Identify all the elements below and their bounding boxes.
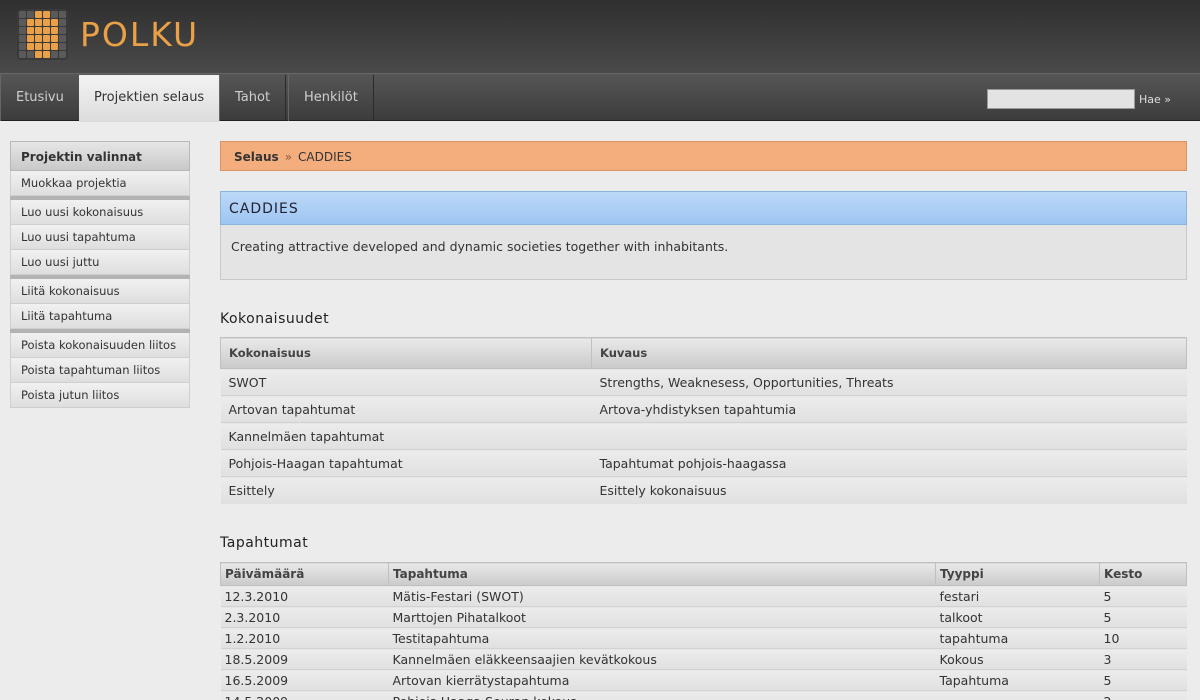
breadcrumb-current: CADDIES: [298, 150, 352, 164]
sidebar-title: Projektin valinnat: [10, 141, 190, 171]
event-type: tapahtuma: [935, 627, 1100, 649]
tab-tahot[interactable]: Tahot: [219, 75, 287, 121]
kokonaisuus-name[interactable]: Esittely: [220, 476, 592, 504]
table-row[interactable]: 18.5.2009 Kannelmäen eläkkeensaajien kevä…: [220, 648, 1187, 670]
kokonaisuus-description: Esittely kokonaisuus: [591, 476, 1187, 504]
event-type: festari: [935, 585, 1100, 607]
event-duration: 5: [1099, 585, 1187, 607]
event-name[interactable]: Mätis-Festari (SWOT): [388, 585, 936, 607]
event-date: 16.5.2009: [220, 669, 389, 691]
table-row[interactable]: 14.5.2009Pohjois-Haaga Seuran kokous 2: [220, 690, 1187, 700]
column-header-kesto[interactable]: Kesto: [1099, 562, 1187, 586]
event-date: 2.3.2010: [220, 606, 389, 628]
sidebar-item-luo-kokonaisuus[interactable]: Luo uusi kokonaisuus: [10, 200, 190, 225]
column-header-tapahtuma[interactable]: Tapahtuma: [388, 562, 936, 586]
sidebar-item-luo-tapahtuma[interactable]: Luo uusi tapahtuma: [10, 225, 190, 250]
event-type: talkoot: [935, 606, 1100, 628]
column-header-paivamaara[interactable]: Päivämäärä: [220, 562, 389, 586]
table-row[interactable]: Esittely Esittely kokonaisuus: [220, 476, 1187, 504]
table-row[interactable]: Artovan tapahtumat Artova-yhdistyksen tap…: [220, 395, 1187, 423]
kokonaisuudet-heading: Kokonaisuudet: [220, 311, 330, 327]
sidebar-item-luo-juttu[interactable]: Luo uusi juttu: [10, 250, 190, 275]
column-header-kuvaus[interactable]: Kuvaus: [591, 337, 1187, 369]
sidebar-item-poista-jutun-liitos[interactable]: Poista jutun liitos: [10, 383, 190, 408]
event-date: 14.5.2009: [220, 690, 389, 700]
kokonaisuus-description: [591, 422, 1187, 450]
tab-henkilot[interactable]: Henkilöt: [288, 75, 374, 121]
project-description: Creating attractive developed and dynami…: [220, 225, 1187, 280]
tapahtumat-table: Päivämäärä Tapahtuma Tyyppi Kesto 12.3.2…: [220, 562, 1187, 700]
kokonaisuus-name[interactable]: Artovan tapahtumat: [220, 395, 592, 423]
tab-etusivu[interactable]: Etusivu: [0, 75, 80, 121]
search-button[interactable]: Hae »: [1139, 93, 1171, 106]
kokonaisuus-name[interactable]: Pohjois-Haagan tapahtumat: [220, 449, 592, 477]
event-type: [935, 690, 1100, 700]
logo[interactable]: POLKU: [17, 9, 199, 60]
column-header-tyyppi[interactable]: Tyyppi: [935, 562, 1100, 586]
logo-grid-icon: [17, 9, 68, 60]
tapahtumat-heading: Tapahtumat: [220, 535, 309, 551]
event-name[interactable]: Testitapahtuma: [388, 627, 936, 649]
column-header-kokonaisuus[interactable]: Kokonaisuus: [220, 337, 592, 369]
table-row[interactable]: 2.3.2010 Marttojen Pihatalkoot talkoot 5: [220, 606, 1187, 628]
header: POLKU: [0, 0, 1200, 73]
event-duration: 2: [1099, 690, 1187, 700]
search-input[interactable]: [987, 89, 1135, 109]
event-duration: 5: [1099, 606, 1187, 628]
logo-text: POLKU: [80, 15, 200, 54]
event-name[interactable]: Artovan kierrätystapahtuma: [388, 669, 936, 691]
table-row[interactable]: 12.3.2010 Mätis-Festari (SWOT) festari 5: [220, 585, 1187, 607]
kokonaisuus-name[interactable]: Kannelmäen tapahtumat: [220, 422, 592, 450]
event-duration: 3: [1099, 648, 1187, 670]
breadcrumb: Selaus » CADDIES: [220, 141, 1187, 171]
sidebar-item-liita-kokonaisuus[interactable]: Liitä kokonaisuus: [10, 279, 190, 304]
event-duration: 10: [1099, 627, 1187, 649]
table-row[interactable]: 16.5.2009 Artovan kierrätystapahtuma Tapah…: [220, 669, 1187, 691]
table-row[interactable]: Pohjois-Haagan tapahtumat Tapahtumat pohj…: [220, 449, 1187, 477]
event-duration: 5: [1099, 669, 1187, 691]
kokonaisuus-name[interactable]: SWOT: [220, 368, 592, 396]
project-title: CADDIES: [220, 191, 1187, 225]
kokonaisuus-description: Strengths, Weaknesess, Opportunities, Th…: [591, 368, 1187, 396]
table-row[interactable]: Kannelmäen tapahtumat: [220, 422, 1187, 450]
event-date: 1.2.2010: [220, 627, 389, 649]
table-header-row: Kokonaisuus Kuvaus: [220, 337, 1187, 369]
event-type: Kokous: [935, 648, 1100, 670]
sidebar-item-liita-tapahtuma[interactable]: Liitä tapahtuma: [10, 304, 190, 329]
sidebar-item-poista-kokonaisuuden-liitos[interactable]: Poista kokonaisuuden liitos: [10, 333, 190, 358]
kokonaisuus-description: Tapahtumat pohjois-haagassa: [591, 449, 1187, 477]
breadcrumb-separator: »: [284, 150, 293, 164]
breadcrumb-root-link[interactable]: Selaus: [234, 150, 279, 164]
sidebar-item-muokkaa-projektia[interactable]: Muokkaa projektia: [10, 171, 190, 196]
kokonaisuudet-table: Kokonaisuus Kuvaus SWOT Strengths, Weakne…: [220, 337, 1187, 504]
table-row[interactable]: 1.2.2010 Testitapahtuma tapahtuma 10: [220, 627, 1187, 649]
table-header-row: Päivämäärä Tapahtuma Tyyppi Kesto: [220, 562, 1187, 586]
kokonaisuus-description: Artova-yhdistyksen tapahtumia: [591, 395, 1187, 423]
sidebar: Projektin valinnat Muokkaa projektia Luo…: [10, 141, 190, 408]
event-date: 12.3.2010: [220, 585, 389, 607]
event-name[interactable]: Kannelmäen eläkkeensaajien kevätkokous: [388, 648, 936, 670]
event-date: 18.5.2009: [220, 648, 389, 670]
sidebar-item-poista-tapahtuman-liitos[interactable]: Poista tapahtuman liitos: [10, 358, 190, 383]
event-type: Tapahtuma: [935, 669, 1100, 691]
tab-projektien-selaus[interactable]: Projektien selaus: [79, 75, 220, 122]
table-row[interactable]: SWOT Strengths, Weaknesess, Opportunities…: [220, 368, 1187, 396]
event-name[interactable]: Pohjois-Haaga Seuran kokous: [388, 690, 936, 700]
event-name[interactable]: Marttojen Pihatalkoot: [388, 606, 936, 628]
main-nav: Etusivu Projektien selaus Tahot Henkilöt…: [0, 73, 1200, 122]
